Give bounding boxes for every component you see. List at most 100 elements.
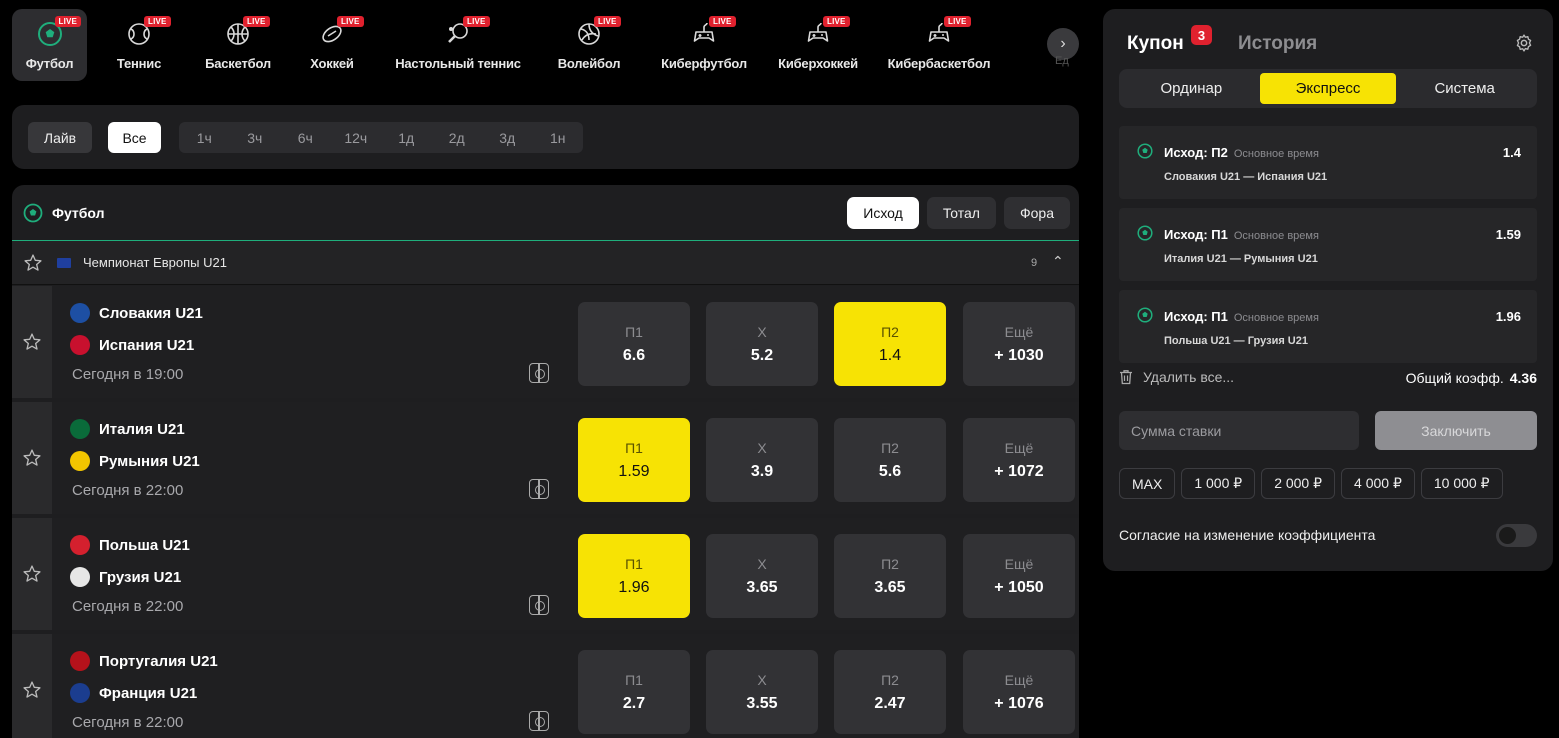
quick-amount-button[interactable]: MAX <box>1119 468 1176 499</box>
time-filter-2[interactable]: 6ч <box>280 130 331 146</box>
sport-tab-2[interactable]: LIVE Баскетбол <box>191 9 285 81</box>
odd-value: 1.59 <box>618 462 650 480</box>
team-crest-icon <box>70 335 90 355</box>
odd-button[interactable]: П1 2.7 <box>578 650 690 734</box>
odd-button[interactable]: П1 1.59 <box>578 418 690 502</box>
favorite-column <box>12 518 52 630</box>
coupon-bet-item[interactable]: Исход: П2 Основное время 1.4 Словакия U21 —… <box>1119 126 1537 199</box>
bet-type-0[interactable]: Ординар <box>1123 73 1260 104</box>
sport-tab-0[interactable]: LIVE Футбол <box>12 9 87 81</box>
quick-amounts: MAX 1 000 ₽2 000 ₽4 000 ₽10 000 ₽ <box>1119 468 1503 499</box>
time-filter-3[interactable]: 12ч <box>331 130 382 146</box>
bet-type-1[interactable]: Экспресс <box>1259 73 1397 104</box>
live-badge: LIVE <box>144 16 171 27</box>
team-crest-icon <box>70 303 90 323</box>
field-stats-icon[interactable] <box>529 363 549 383</box>
odd-button[interactable]: П2 1.4 <box>834 302 946 386</box>
odds-change-toggle[interactable] <box>1496 524 1537 547</box>
coupon-bet-item[interactable]: Исход: П1 Основное время 1.59 Италия U21 — … <box>1119 208 1537 281</box>
live-badge: LIVE <box>823 16 850 27</box>
gear-icon[interactable] <box>1514 33 1534 53</box>
odd-button[interactable]: Х 5.2 <box>706 302 818 386</box>
field-stats-icon[interactable] <box>529 479 549 499</box>
sport-tab-label: Баскетбол <box>205 56 271 71</box>
odd-label: П2 <box>881 439 899 456</box>
field-stats-icon[interactable] <box>529 711 549 731</box>
time-filter-1[interactable]: 3ч <box>230 130 281 146</box>
odd-button[interactable]: П2 5.6 <box>834 418 946 502</box>
bet-outcome: Исход: П1 <box>1164 227 1228 242</box>
sport-tab-8[interactable]: LIVE Кибербаскетбол <box>869 9 1009 81</box>
team-name: Франция U21 <box>99 684 198 702</box>
time-filter-0[interactable]: 1ч <box>179 130 230 146</box>
sport-tab-3[interactable]: LIVE Хоккей <box>285 9 379 81</box>
tab-outcome[interactable]: Исход <box>847 197 919 229</box>
odd-button[interactable]: Х 3.9 <box>706 418 818 502</box>
odd-button[interactable]: П1 1.96 <box>578 534 690 618</box>
basketball-icon: LIVE <box>225 16 270 47</box>
time-filter-5[interactable]: 2д <box>432 130 483 146</box>
time-filter-6[interactable]: 3д <box>482 130 533 146</box>
match-teams[interactable]: Италия U21 Румыния U21 Сегодня в 22:00 <box>52 402 567 514</box>
quick-amount-button[interactable]: 2 000 ₽ <box>1261 468 1336 499</box>
league-row[interactable]: Чемпионат Европы U21 9 ⌃ <box>12 241 1079 285</box>
sport-title: Футбол <box>52 205 105 221</box>
field-stats-icon[interactable] <box>529 595 549 615</box>
total-odds-label: Общий коэфф. <box>1405 370 1504 386</box>
odd-button[interactable]: Х 3.55 <box>706 650 818 734</box>
coupon-tab[interactable]: Купон <box>1127 33 1184 55</box>
delete-all-label: Удалить все... <box>1143 369 1235 385</box>
quick-amount-button[interactable]: 10 000 ₽ <box>1420 468 1503 499</box>
stake-input[interactable] <box>1119 411 1359 450</box>
odd-button[interactable]: П1 6.6 <box>578 302 690 386</box>
match-teams[interactable]: Португалия U21 Франция U21 Сегодня в 22:00 <box>52 634 567 738</box>
coupon-bet-item[interactable]: Исход: П1 Основное время 1.96 Польша U21 — … <box>1119 290 1537 363</box>
sport-tab-4[interactable]: LIVE Настольный теннис <box>379 9 537 81</box>
live-badge: LIVE <box>709 16 736 27</box>
odd-label: П2 <box>881 323 899 340</box>
match-row: Португалия U21 Франция U21 Сегодня в 22:00… <box>12 634 1079 738</box>
favorite-star-icon[interactable] <box>22 564 42 584</box>
tab-handicap[interactable]: Фора <box>1003 197 1070 229</box>
favorite-star-icon[interactable] <box>22 680 42 700</box>
odd-label: Ещё <box>1004 439 1034 456</box>
sport-tab-7[interactable]: LIVE Киберхоккей <box>767 9 869 81</box>
chevron-up-icon[interactable]: ⌃ <box>1052 253 1064 270</box>
odd-button[interactable]: Х 3.65 <box>706 534 818 618</box>
team-crest-icon <box>70 651 90 671</box>
sport-tab-1[interactable]: LIVE Теннис <box>87 9 191 81</box>
history-tab[interactable]: История <box>1238 33 1317 55</box>
favorite-star-icon[interactable] <box>22 448 42 468</box>
team-name: Испания U21 <box>99 336 195 354</box>
delete-all-button[interactable]: Удалить все... <box>1119 369 1234 385</box>
sport-tab-label: Футбол <box>25 56 74 71</box>
favorite-star-icon[interactable] <box>22 332 42 352</box>
sport-tab-6[interactable]: LIVE Киберфутбол <box>641 9 767 81</box>
tab-total[interactable]: Тотал <box>926 197 996 229</box>
favorite-column <box>12 402 52 514</box>
time-filter-4[interactable]: 1д <box>381 130 432 146</box>
filter-live-button[interactable]: Лайв <box>28 122 92 153</box>
odd-button[interactable]: Ещё + 1050 <box>963 534 1075 618</box>
favorite-star-icon[interactable] <box>23 253 43 273</box>
odd-value: + 1072 <box>994 462 1044 480</box>
odd-button[interactable]: Ещё + 1072 <box>963 418 1075 502</box>
sport-header: Футбол Исход Тотал Фора <box>12 185 1079 241</box>
odd-button[interactable]: Ещё + 1076 <box>963 650 1075 734</box>
odd-value: + 1076 <box>994 694 1044 712</box>
football-icon <box>23 203 43 223</box>
quick-amount-button[interactable]: 1 000 ₽ <box>1181 468 1256 499</box>
match-teams[interactable]: Словакия U21 Испания U21 Сегодня в 19:00 <box>52 286 567 398</box>
odd-button[interactable]: П2 3.65 <box>834 534 946 618</box>
place-bet-button[interactable]: Заключить <box>1375 411 1537 450</box>
filter-all-button[interactable]: Все <box>108 122 161 153</box>
quick-amount-button[interactable]: 4 000 ₽ <box>1341 468 1415 499</box>
team-home: Италия U21 <box>70 419 185 439</box>
odd-button[interactable]: П2 2.47 <box>834 650 946 734</box>
sport-tab-5[interactable]: LIVE Волейбол <box>537 9 641 81</box>
time-filter-7[interactable]: 1н <box>533 130 584 146</box>
sport-tab-label: Теннис <box>116 56 162 71</box>
match-teams[interactable]: Польша U21 Грузия U21 Сегодня в 22:00 <box>52 518 567 630</box>
bet-type-2[interactable]: Система <box>1396 73 1533 104</box>
odd-button[interactable]: Ещё + 1030 <box>963 302 1075 386</box>
